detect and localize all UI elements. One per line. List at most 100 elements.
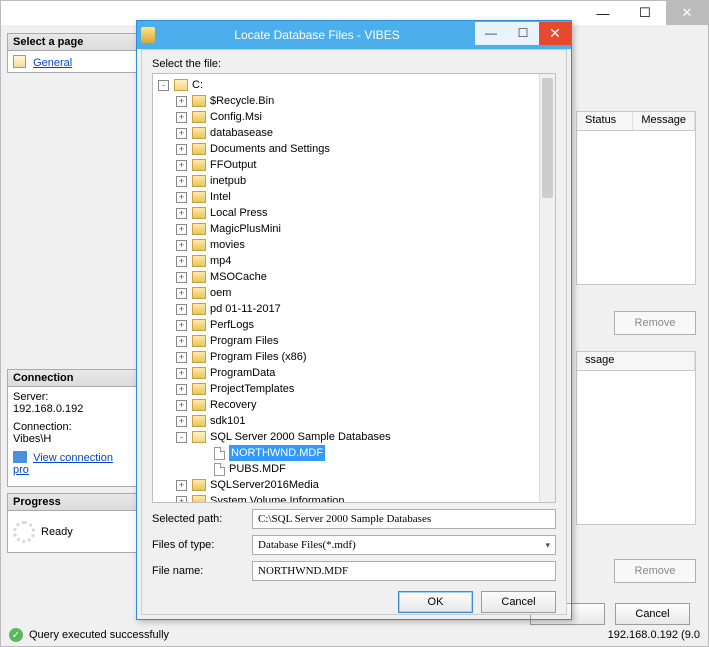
remove-button-bottom[interactable]: Remove <box>614 559 696 583</box>
expand-icon[interactable]: + <box>176 288 187 299</box>
expand-icon[interactable]: + <box>176 384 187 395</box>
tree-row[interactable]: + Documents and Settings <box>155 141 553 157</box>
tree-row[interactable]: +mp4 <box>155 253 553 269</box>
server-label: Server: <box>13 391 131 403</box>
tree-label: Intel <box>210 189 231 205</box>
tree-label: MagicPlusMini <box>210 221 281 237</box>
tree-row[interactable]: +ProjectTemplates <box>155 381 553 397</box>
expand-icon[interactable]: + <box>176 224 187 235</box>
expand-icon[interactable]: + <box>176 240 187 251</box>
tree-label: Documents and Settings <box>210 141 330 157</box>
results-table2-body <box>576 371 696 525</box>
folder-icon <box>192 223 206 235</box>
tree-row[interactable]: + Config.Msi <box>155 109 553 125</box>
tree-row[interactable]: +Program Files <box>155 333 553 349</box>
expand-icon[interactable]: + <box>176 416 187 427</box>
expand-icon[interactable]: + <box>176 256 187 267</box>
folder-icon <box>192 303 206 315</box>
dialog-minimize-button[interactable]: — <box>475 22 507 45</box>
expand-icon[interactable]: + <box>176 368 187 379</box>
connection-panel: Server: 192.168.0.192 Connection: Vibes\… <box>7 387 137 487</box>
dialog-close-button[interactable]: ✕ <box>539 22 571 45</box>
tree-label: Config.Msi <box>210 109 262 125</box>
tree-label: oem <box>210 285 231 301</box>
status-ok-icon: ✓ <box>9 628 23 642</box>
tree-row[interactable]: +Local Press <box>155 205 553 221</box>
folder-icon <box>192 175 206 187</box>
parent-close-button[interactable]: ✕ <box>666 1 708 25</box>
expand-icon[interactable]: + <box>176 160 187 171</box>
ok-button[interactable]: OK <box>398 591 473 613</box>
dialog-titlebar[interactable]: Locate Database Files - VIBES — ☐ ✕ <box>137 21 571 49</box>
status-ip: 192.168.0.192 (9.0 <box>608 629 700 641</box>
col-ssage[interactable]: ssage <box>577 352 695 370</box>
tree-row[interactable]: +inetpub <box>155 173 553 189</box>
col-status[interactable]: Status <box>577 112 633 130</box>
tree-row[interactable]: PUBS.MDF <box>155 461 553 477</box>
remove-button-top[interactable]: Remove <box>614 311 696 335</box>
dialog-maximize-button[interactable]: ☐ <box>507 22 539 45</box>
tree-row[interactable]: +System Volume Information <box>155 493 553 503</box>
tree-row[interactable]: NORTHWND.MDF <box>155 445 553 461</box>
expand-icon[interactable]: + <box>176 144 187 155</box>
file-tree[interactable]: -C:+$Recycle.Bin+Config.Msi+databasease+… <box>152 73 556 503</box>
expand-icon[interactable]: + <box>176 400 187 411</box>
tree-row[interactable]: + databasease <box>155 125 553 141</box>
folder-icon <box>192 95 206 107</box>
expand-icon[interactable]: + <box>176 176 187 187</box>
expand-icon[interactable]: + <box>176 496 187 504</box>
connection-header: Connection <box>7 369 137 387</box>
folder-icon <box>192 287 206 299</box>
tree-row[interactable]: +movies <box>155 237 553 253</box>
expand-icon[interactable]: + <box>176 208 187 219</box>
expand-icon[interactable]: - <box>176 432 187 443</box>
tree-row[interactable]: +SQLServer2016Media <box>155 477 553 493</box>
tree-row[interactable]: + oem <box>155 285 553 301</box>
tree-row[interactable]: +Recovery <box>155 397 553 413</box>
expand-icon[interactable]: + <box>176 352 187 363</box>
expand-icon[interactable]: - <box>158 80 169 91</box>
tree-label: Program Files (x86) <box>210 349 307 365</box>
dialog-title: Locate Database Files - VIBES <box>159 28 475 42</box>
parent-cancel-button[interactable]: Cancel <box>615 603 690 625</box>
tree-row[interactable]: -C: <box>155 77 553 93</box>
expand-icon[interactable]: + <box>176 320 187 331</box>
selected-path-input[interactable] <box>252 509 556 529</box>
tree-label: ProgramData <box>210 365 275 381</box>
tree-row[interactable]: +MSOCache <box>155 269 553 285</box>
tree-label: PerfLogs <box>210 317 254 333</box>
tree-row[interactable]: + PerfLogs <box>155 317 553 333</box>
expand-icon[interactable]: + <box>176 96 187 107</box>
status-message: Query executed successfully <box>29 629 169 641</box>
tree-label: databasease <box>210 125 273 141</box>
file-name-input[interactable] <box>252 561 556 581</box>
select-page-header: Select a page <box>7 33 137 51</box>
tree-row[interactable]: +$Recycle.Bin <box>155 93 553 109</box>
view-connection-link[interactable]: View connection pro <box>13 452 113 476</box>
col-message[interactable]: Message <box>633 112 695 130</box>
expand-icon[interactable]: + <box>176 192 187 203</box>
expand-icon[interactable]: + <box>176 304 187 315</box>
tree-row[interactable]: + Program Files (x86) <box>155 349 553 365</box>
expand-icon[interactable]: + <box>176 272 187 283</box>
folder-icon <box>192 143 206 155</box>
cancel-button[interactable]: Cancel <box>481 591 556 613</box>
tree-row[interactable]: + Intel <box>155 189 553 205</box>
parent-minimize-button[interactable]: — <box>582 1 624 25</box>
tree-scrollbar[interactable] <box>539 74 555 502</box>
expand-icon[interactable]: + <box>176 128 187 139</box>
progress-panel: Ready <box>7 511 137 553</box>
tree-row[interactable]: +FFOutput <box>155 157 553 173</box>
tree-row[interactable]: + ProgramData <box>155 365 553 381</box>
file-type-select[interactable]: Database Files(*.mdf) ▾ <box>252 535 556 555</box>
tree-row[interactable]: -SQL Server 2000 Sample Databases <box>155 429 553 445</box>
parent-maximize-button[interactable]: ☐ <box>624 1 666 25</box>
page-general-link[interactable]: General <box>33 57 72 69</box>
tree-row[interactable]: + MagicPlusMini <box>155 221 553 237</box>
tree-row[interactable]: +pd 01-11-2017 <box>155 301 553 317</box>
expand-icon[interactable]: + <box>176 336 187 347</box>
tree-row[interactable]: +sdk101 <box>155 413 553 429</box>
expand-icon[interactable]: + <box>176 480 187 491</box>
locate-db-dialog: Locate Database Files - VIBES — ☐ ✕ Sele… <box>136 20 572 620</box>
expand-icon[interactable]: + <box>176 112 187 123</box>
